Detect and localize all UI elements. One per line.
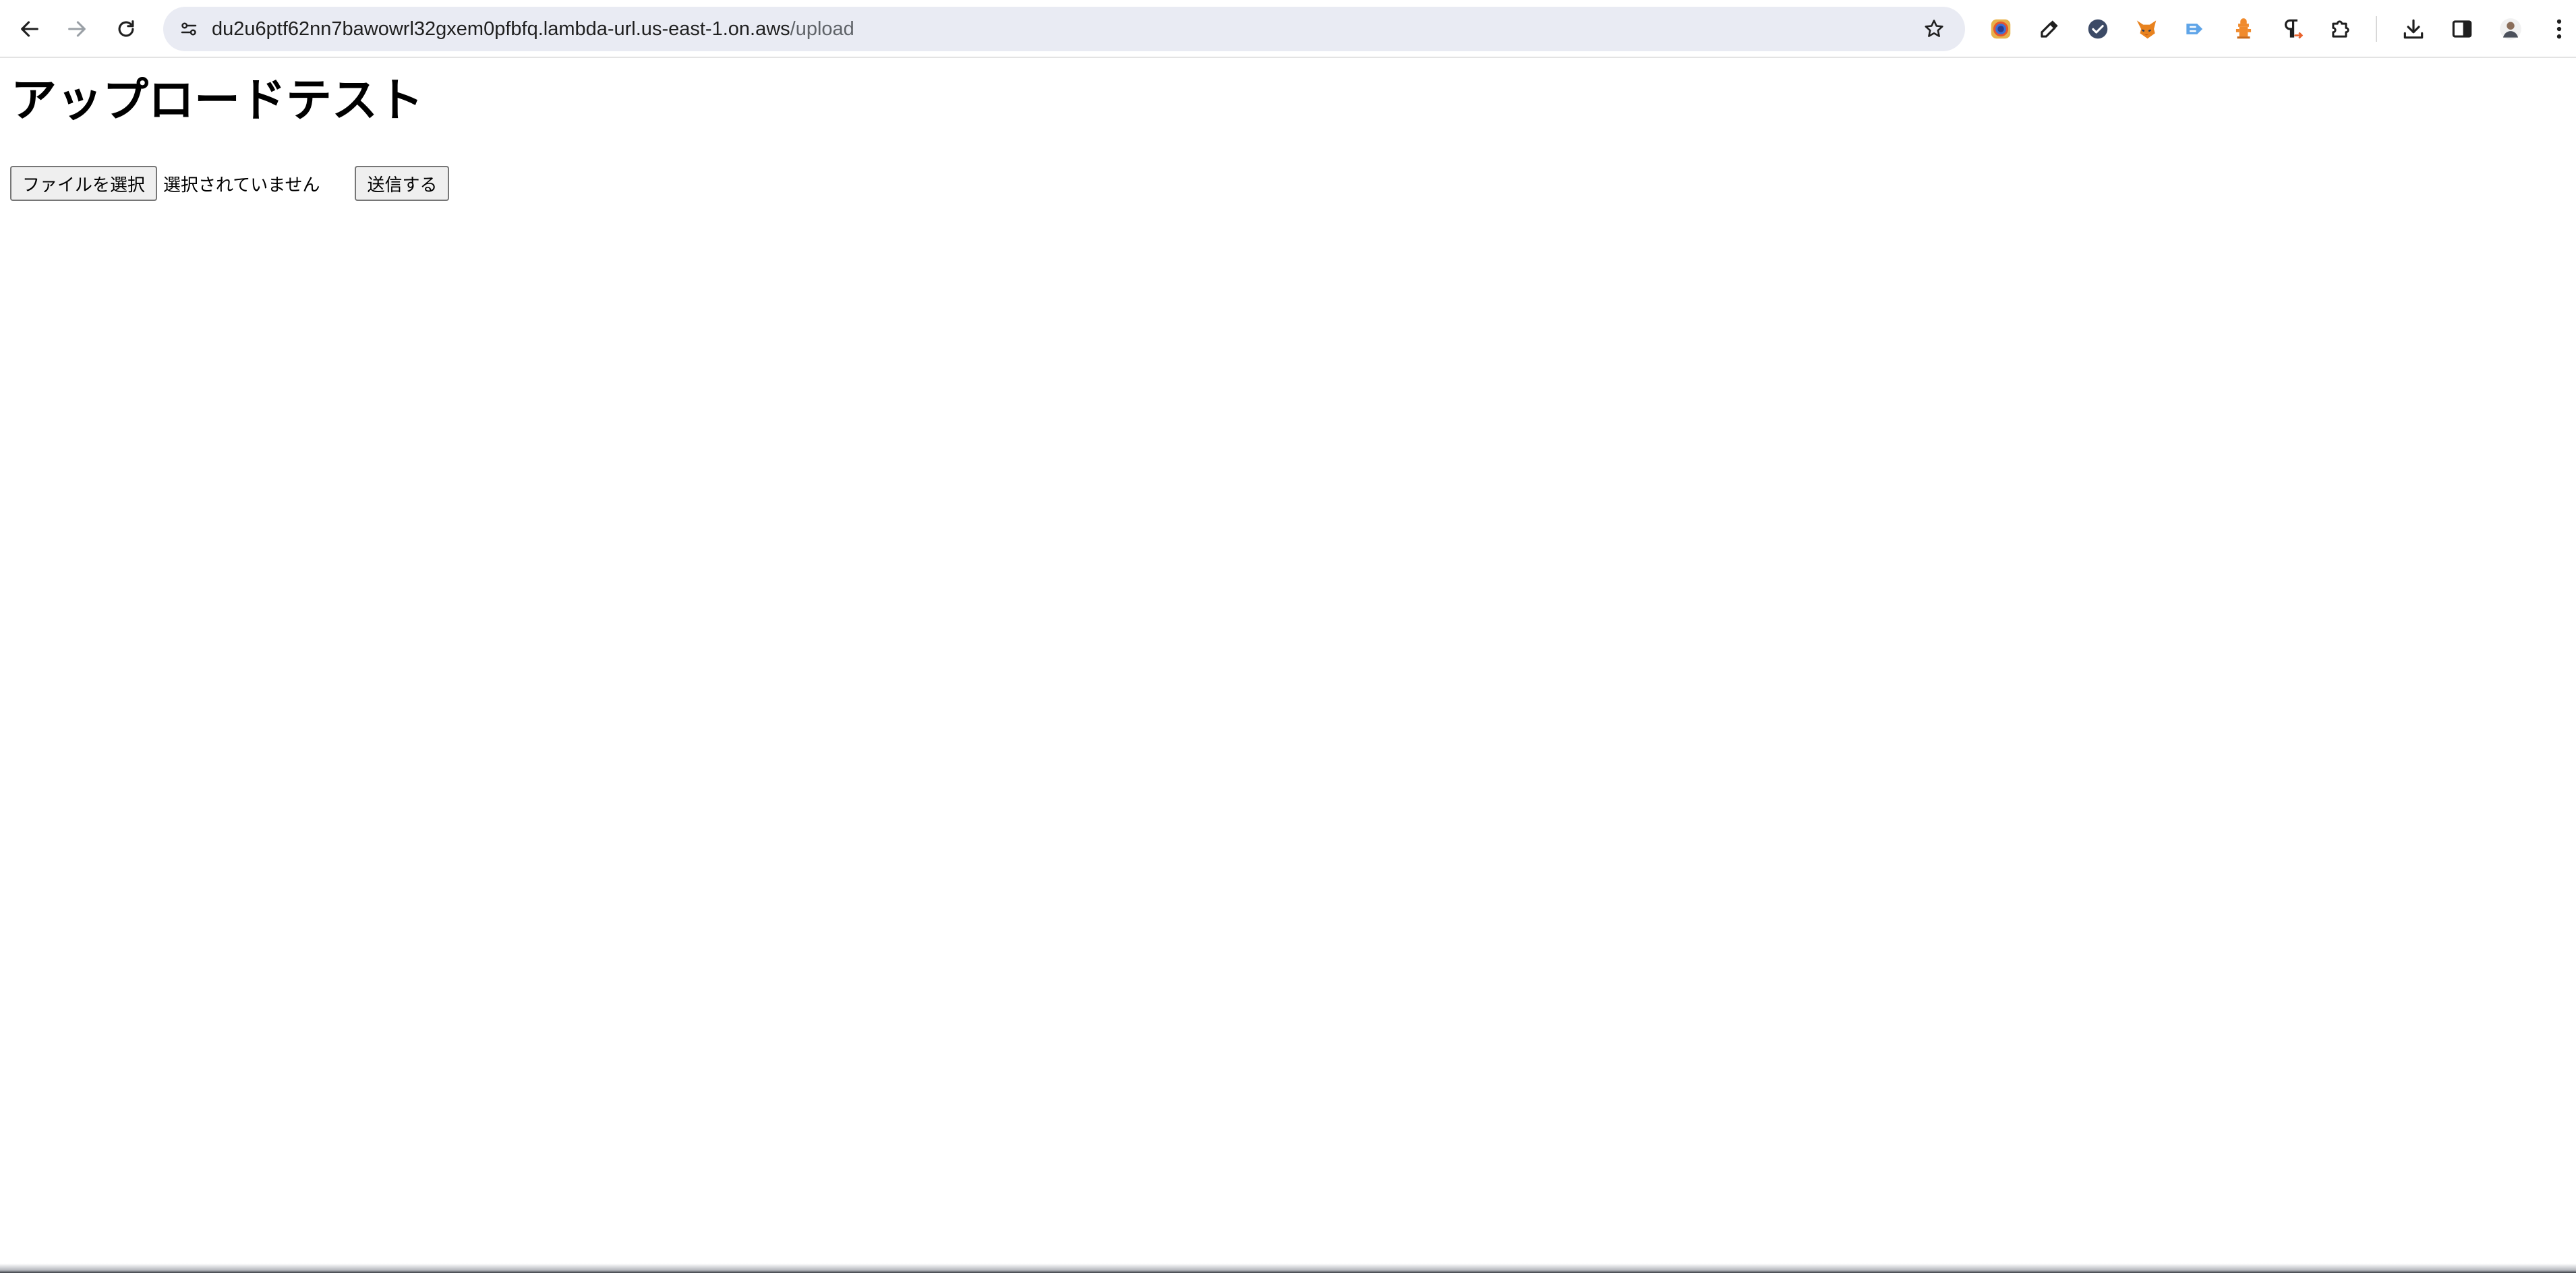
star-icon [1925, 20, 1943, 37]
pilcrow-icon [2284, 19, 2304, 39]
url-text[interactable]: du2u6ptf62nn7bawowrl32gxem0pfbfq.lambda-… [212, 7, 854, 51]
upload-form: ファイルを選択 選択されていません 送信する [10, 166, 450, 201]
forward-button[interactable] [59, 11, 95, 47]
extension-eyedropper[interactable] [2033, 13, 2066, 45]
submit-button[interactable]: 送信する [355, 166, 450, 201]
choose-file-button[interactable]: ファイルを選択 [10, 166, 158, 201]
download-icon [2403, 19, 2424, 39]
fire-hydrant-icon [2235, 18, 2252, 39]
extension-fox[interactable] [2130, 13, 2163, 45]
avatar [2500, 18, 2521, 40]
color-picker-icon [1991, 19, 2011, 39]
extension-hydrant[interactable] [2227, 13, 2260, 45]
arrow-left-icon [21, 21, 38, 37]
back-button[interactable] [11, 11, 48, 47]
browser-toolbar: du2u6ptf62nn7bawowrl32gxem0pfbfq.lambda-… [0, 0, 2576, 58]
side-panel-icon [2452, 20, 2472, 38]
address-bar[interactable]: du2u6ptf62nn7bawowrl32gxem0pfbfq.lambda-… [163, 7, 1965, 51]
tune-icon [181, 22, 197, 36]
extension-pilcrow[interactable] [2276, 13, 2308, 45]
puzzle-icon [2332, 20, 2349, 38]
reload-icon [118, 20, 134, 37]
url-path: /upload [790, 18, 854, 40]
bookmark-button[interactable] [1918, 13, 1950, 45]
profile-button[interactable] [2494, 13, 2527, 45]
reload-button[interactable] [108, 11, 144, 47]
toolbar-separator [2376, 16, 2377, 42]
kebab-menu-icon [2556, 19, 2562, 39]
menu-button[interactable] [2543, 13, 2575, 45]
page-title: アップロードテスト [11, 74, 424, 127]
extension-color-picker[interactable] [1985, 13, 2017, 45]
extension-tag[interactable] [2179, 13, 2211, 45]
page-content: アップロードテスト ファイルを選択 選択されていません 送信する [0, 58, 2576, 1273]
downloads-button[interactable] [2397, 13, 2430, 45]
check-circle-icon [2088, 19, 2108, 39]
extensions-button[interactable] [2324, 13, 2357, 45]
url-host: du2u6ptf62nn7bawowrl32gxem0pfbfq.lambda-… [212, 18, 790, 40]
eyedropper-icon [2041, 20, 2058, 38]
site-info-button[interactable] [173, 13, 205, 45]
side-panel-button[interactable] [2446, 13, 2478, 45]
no-file-selected-text: 選択されていません [163, 175, 320, 196]
window-bottom-edge [0, 1264, 2576, 1273]
fox-icon [2136, 20, 2157, 39]
arrow-right-icon [68, 21, 86, 37]
tag-icon [2186, 24, 2203, 34]
extension-check[interactable] [2082, 13, 2114, 45]
